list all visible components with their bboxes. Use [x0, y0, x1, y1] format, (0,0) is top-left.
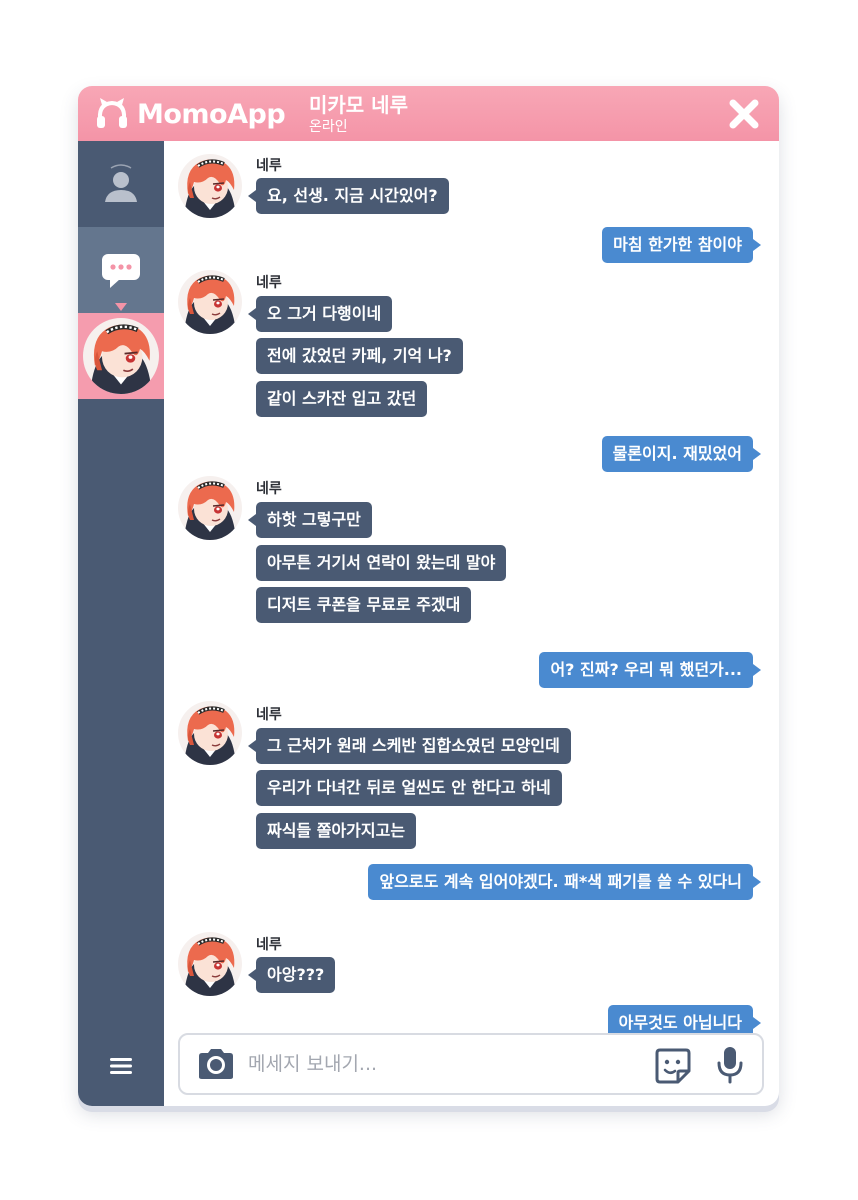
sidebar-item-chats[interactable] [78, 227, 164, 313]
avatar[interactable] [178, 932, 242, 996]
incoming-message: 하핫 그렇구만 [248, 502, 372, 538]
contact-status: 온라인 [309, 119, 348, 135]
app-brand: MomoApp [94, 96, 286, 132]
message-composer [178, 1033, 764, 1095]
outgoing-message: 앞으로도 계속 입어야겠다. 패*색 패기를 쓸 수 있다니 [368, 864, 761, 900]
incoming-message: 아무튼 거기서 연락이 왔는데 말야 [256, 545, 507, 581]
active-indicator [115, 303, 127, 311]
camera-icon[interactable] [196, 1047, 236, 1081]
menu-icon [110, 1058, 132, 1074]
headphones-icon [97, 98, 127, 128]
title-bar: MomoApp 미카모 네루 온라인 [78, 86, 779, 141]
message-input[interactable] [248, 1045, 628, 1083]
sticker-icon[interactable] [654, 1047, 692, 1085]
chat-window: MomoApp 미카모 네루 온라인 네루 요, 선생. 지금 시간있어? 마침… [78, 86, 779, 1106]
sender-name: 네루 [256, 707, 282, 723]
incoming-message: 아앙??? [247, 957, 336, 993]
sender-name: 네루 [256, 275, 282, 291]
sidebar-contact-avatar[interactable] [78, 313, 164, 399]
incoming-message: 그 근처가 원래 스케반 집합소였던 모양인데 [248, 728, 571, 764]
message-list[interactable]: 네루 요, 선생. 지금 시간있어? 마침 한가한 참이야 네루 오 그거 다행… [164, 141, 779, 1033]
sidebar-item-profile[interactable] [78, 141, 164, 227]
avatar[interactable] [178, 270, 242, 334]
sidebar [78, 141, 164, 1106]
sender-name: 네루 [256, 937, 282, 953]
avatar[interactable] [178, 701, 242, 765]
incoming-message: 전에 갔었던 카페, 기억 나? [256, 338, 463, 374]
sidebar-item-menu[interactable] [78, 1046, 164, 1086]
incoming-message: 오 그거 다행이네 [247, 296, 393, 332]
avatar[interactable] [178, 476, 242, 540]
outgoing-message: 마침 한가한 참이야 [602, 227, 761, 263]
app-name: MomoApp [137, 98, 286, 130]
contact-avatar [83, 318, 159, 394]
sender-name: 네루 [256, 481, 282, 497]
contact-name: 미카모 네루 [309, 93, 408, 117]
microphone-icon[interactable] [714, 1045, 746, 1085]
contact-header: 미카모 네루 온라인 [309, 92, 408, 136]
incoming-message: 우리가 다녀간 뒤로 얼씬도 안 한다고 하네 [256, 770, 562, 806]
chat-bubble-icon [102, 254, 140, 288]
person-icon [105, 164, 137, 202]
close-icon[interactable] [727, 97, 761, 131]
incoming-message: 같이 스카잔 입고 갔던 [256, 381, 428, 417]
outgoing-message: 어? 진짜? 우리 뭐 했던가... [539, 652, 761, 688]
incoming-message: 짜식들 쫄아가지고는 [256, 813, 417, 849]
incoming-message: 디저트 쿠폰을 무료로 주겠대 [256, 587, 472, 623]
avatar[interactable] [178, 154, 242, 218]
outgoing-message: 아무것도 아닙니다 [607, 1005, 762, 1033]
outgoing-message: 물론이지. 재밌었어 [601, 436, 762, 472]
sender-name: 네루 [256, 158, 282, 174]
incoming-message: 요, 선생. 지금 시간있어? [248, 178, 449, 214]
